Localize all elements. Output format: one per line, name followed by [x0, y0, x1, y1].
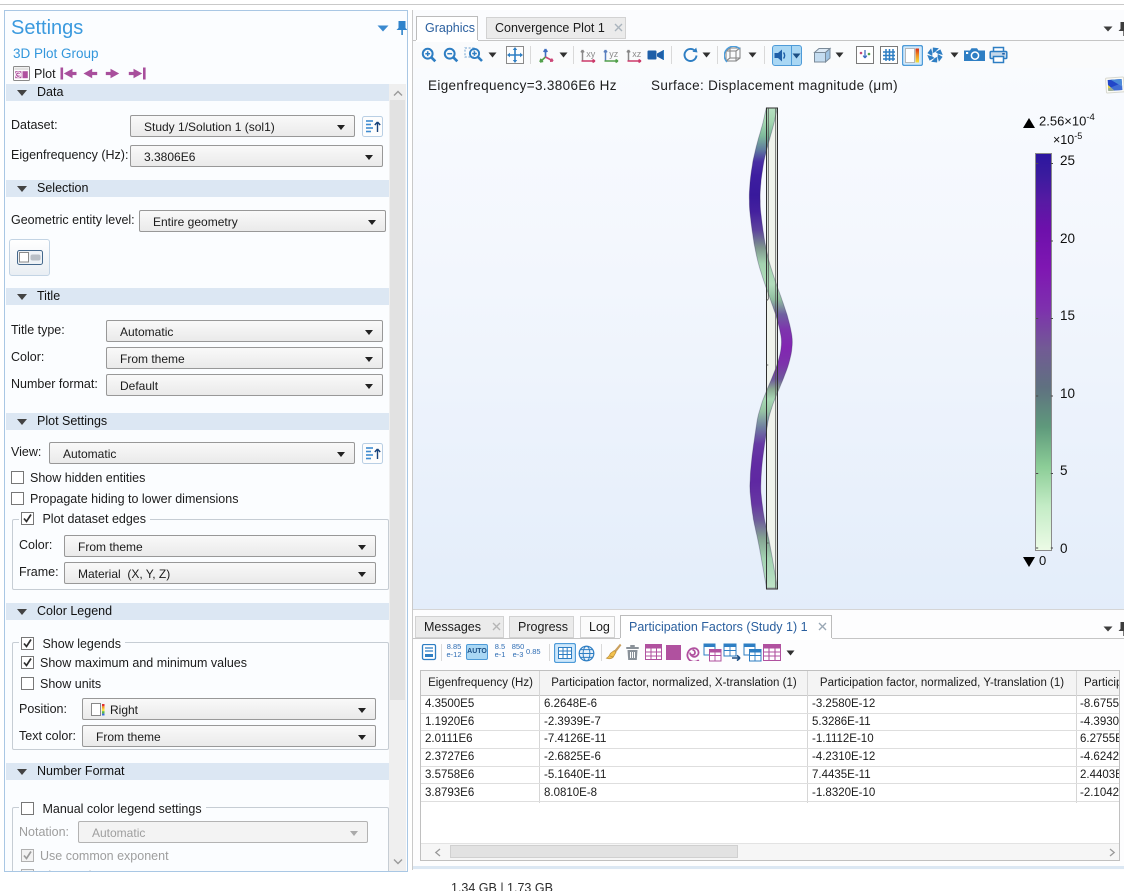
svg-text:xz: xz	[632, 49, 642, 59]
svg-text:xy: xy	[586, 49, 596, 59]
svg-text:yz: yz	[609, 49, 619, 59]
